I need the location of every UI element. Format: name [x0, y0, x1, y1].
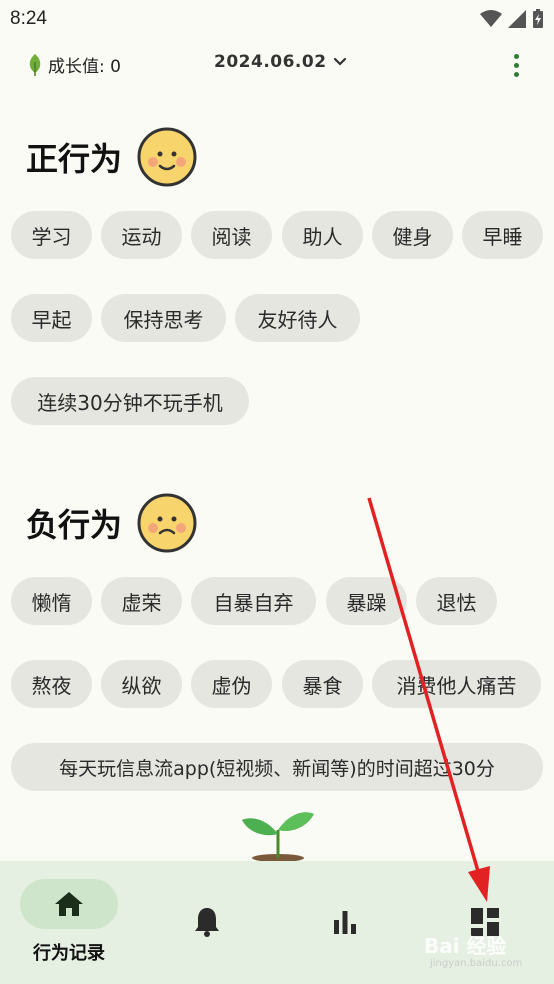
negative-section-title: 负行为: [26, 492, 198, 554]
smiling-face-icon: [137, 127, 197, 187]
bar-chart-icon: [334, 911, 356, 934]
negative-title: 负行为: [26, 506, 123, 544]
more-dot-icon: [513, 62, 519, 68]
negative-chip[interactable]: 暴躁: [326, 577, 407, 625]
nav-item-notifications[interactable]: [158, 897, 256, 947]
positive-chip[interactable]: 连续30分钟不玩手机: [11, 377, 249, 425]
negative-chip[interactable]: 虚伪: [191, 660, 272, 708]
wifi-icon: [480, 10, 502, 27]
status-time: 8:24: [10, 8, 47, 29]
battery-icon: [533, 9, 543, 28]
positive-chip[interactable]: 友好待人: [235, 294, 360, 342]
positive-chip[interactable]: 助人: [282, 211, 363, 259]
watermark-url: jingyan.baidu.com: [430, 958, 523, 969]
negative-chip[interactable]: 每天玩信息流app(短视频、新闻等)的时间超过30分: [11, 743, 543, 791]
more-dot-icon: [513, 53, 519, 59]
negative-chip[interactable]: 暴食: [282, 660, 363, 708]
nav-label-behavior-record: 行为记录: [33, 943, 105, 964]
negative-chip[interactable]: 自暴自弃: [191, 577, 316, 625]
bell-icon: [195, 908, 219, 937]
positive-chip[interactable]: 学习: [11, 211, 92, 259]
positive-chip[interactable]: 阅读: [191, 211, 272, 259]
negative-chip[interactable]: 消费他人痛苦: [372, 660, 541, 708]
positive-chip[interactable]: 保持思考: [101, 294, 226, 342]
negative-chip[interactable]: 虚荣: [101, 577, 182, 625]
status-icons: [480, 9, 544, 29]
positive-chip[interactable]: 早睡: [462, 211, 543, 259]
more-menu-button[interactable]: [508, 52, 524, 78]
negative-chip[interactable]: 纵欲: [101, 660, 182, 708]
positive-title: 正行为: [26, 140, 123, 178]
top-bar: 成长值: 0 2024.06.02: [0, 44, 554, 84]
chevron-down-icon: [333, 57, 346, 66]
leaf-icon: [29, 53, 41, 76]
negative-chip[interactable]: 熬夜: [11, 660, 92, 708]
sprout-icon: [242, 812, 314, 862]
date-text: 2024.06.02: [214, 52, 327, 72]
negative-chip[interactable]: 退怯: [416, 577, 497, 625]
positive-chip[interactable]: 运动: [101, 211, 182, 259]
negative-chip[interactable]: 懒惰: [11, 577, 92, 625]
positive-section-title: 正行为: [26, 126, 198, 188]
nav-item-behavior-record[interactable]: [20, 879, 118, 929]
status-bar: 8:24: [0, 0, 554, 38]
positive-chip[interactable]: 早起: [11, 294, 92, 342]
growth-value: 成长值: 0: [28, 52, 121, 77]
signal-icon: [508, 10, 526, 28]
watermark-brand: Bai 经验: [424, 934, 507, 958]
frowning-face-icon: [137, 493, 197, 553]
nav-item-statistics[interactable]: [296, 897, 394, 947]
home-icon: [55, 892, 83, 916]
positive-chip[interactable]: 健身: [372, 211, 453, 259]
date-picker[interactable]: 2024.06.02: [214, 52, 347, 72]
more-dot-icon: [513, 71, 519, 77]
growth-label: 成长值: 0: [48, 57, 121, 77]
